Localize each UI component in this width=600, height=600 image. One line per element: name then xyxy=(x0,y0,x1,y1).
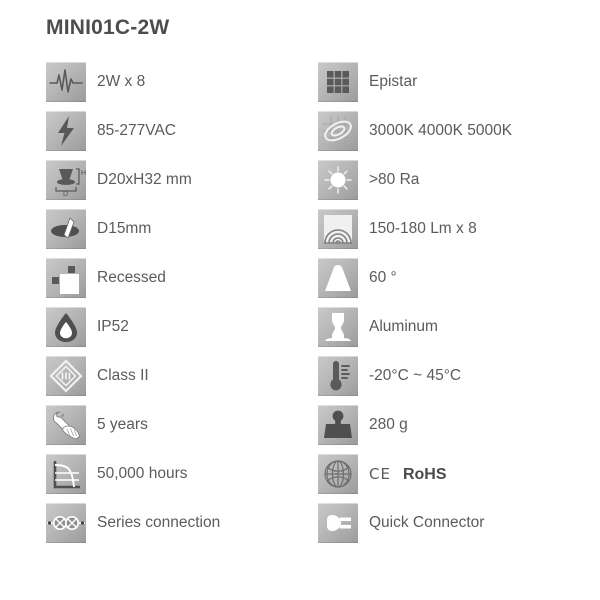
beam-angle-icon xyxy=(318,258,358,298)
spec-label: Series connection xyxy=(97,514,221,532)
spec-label: IP52 xyxy=(97,318,129,336)
hand-wrench-warranty-icon xyxy=(46,405,86,445)
spec-label: 280 g xyxy=(369,416,408,434)
spec-label: Quick Connector xyxy=(369,514,485,532)
led-chip-grid-icon xyxy=(318,62,358,102)
class-two-diamond-icon xyxy=(46,356,86,396)
product-spec-sheet: MINI01C-2W 2W x 8 85-277VAC H D D20xH32 … xyxy=(0,0,600,600)
spec-row: 60 ° xyxy=(318,258,578,298)
globe-certification-icon xyxy=(318,454,358,494)
lifetime-curve-chart-icon xyxy=(46,454,86,494)
waveform-power-icon xyxy=(46,62,86,102)
spec-row: 150-180 Lm x 8 xyxy=(318,209,578,249)
spec-label: 150-180 Lm x 8 xyxy=(369,220,477,238)
spec-column-left: 2W x 8 85-277VAC H D D20xH32 mm D15mm Re… xyxy=(46,62,306,552)
spec-row: IP52 xyxy=(46,307,306,347)
ce-mark: CE xyxy=(369,464,391,483)
svg-text:H: H xyxy=(81,170,86,177)
spec-label: Aluminum xyxy=(369,318,438,336)
lightning-bolt-icon xyxy=(46,111,86,151)
spec-row: Epistar xyxy=(318,62,578,102)
spec-row: 2W x 8 xyxy=(46,62,306,102)
spec-column-right: Epistar 3000K 4000K 5000K >80 Ra 150-180… xyxy=(318,62,578,552)
page-title: MINI01C-2W xyxy=(46,16,170,39)
spec-label: 50,000 hours xyxy=(97,465,188,483)
recessed-mount-icon xyxy=(46,258,86,298)
spec-row: 280 g xyxy=(318,405,578,445)
thermometer-icon xyxy=(318,356,358,396)
spec-row: H D D20xH32 mm xyxy=(46,160,306,200)
dimension-diagram-icon: H D xyxy=(46,160,86,200)
spec-row: Series connection xyxy=(46,503,306,543)
spec-label: >80 Ra xyxy=(369,171,420,189)
water-drop-icon xyxy=(46,307,86,347)
spec-label: D15mm xyxy=(97,220,152,238)
svg-text:D: D xyxy=(63,191,68,198)
spec-label: Class II xyxy=(97,367,149,385)
certification-marks: CE RoHS xyxy=(369,465,447,484)
spec-label: Epistar xyxy=(369,73,418,91)
spec-row: Quick Connector xyxy=(318,503,578,543)
spec-label: 3000K 4000K 5000K xyxy=(369,122,513,140)
series-connection-icon xyxy=(46,503,86,543)
rohs-mark: RoHS xyxy=(402,465,447,483)
spec-label: D20xH32 mm xyxy=(97,171,192,189)
spec-row: 3000K 4000K 5000K xyxy=(318,111,578,151)
quick-connector-plug-icon xyxy=(318,503,358,543)
spec-row: 5 years xyxy=(46,405,306,445)
spec-label: Recessed xyxy=(97,269,166,287)
spec-row: Class II xyxy=(46,356,306,396)
color-temperature-icon xyxy=(318,111,358,151)
spec-row: >80 Ra xyxy=(318,160,578,200)
sun-cri-icon xyxy=(318,160,358,200)
spec-label: 5 years xyxy=(97,416,148,434)
spec-label: 60 ° xyxy=(369,269,397,287)
cutout-hole-icon xyxy=(46,209,86,249)
luminous-flux-icon xyxy=(318,209,358,249)
spec-row: D15mm xyxy=(46,209,306,249)
spec-row: -20°C ~ 45°C xyxy=(318,356,578,396)
spec-row: Recessed xyxy=(46,258,306,298)
weight-icon xyxy=(318,405,358,445)
spec-label: -20°C ~ 45°C xyxy=(369,367,462,385)
spec-row: CE RoHS xyxy=(318,454,578,494)
spec-row: Aluminum xyxy=(318,307,578,347)
spec-label: 2W x 8 xyxy=(97,73,146,91)
spec-label: 85-277VAC xyxy=(97,122,176,140)
spec-row: 85-277VAC xyxy=(46,111,306,151)
spec-row: 50,000 hours xyxy=(46,454,306,494)
aluminum-body-icon xyxy=(318,307,358,347)
